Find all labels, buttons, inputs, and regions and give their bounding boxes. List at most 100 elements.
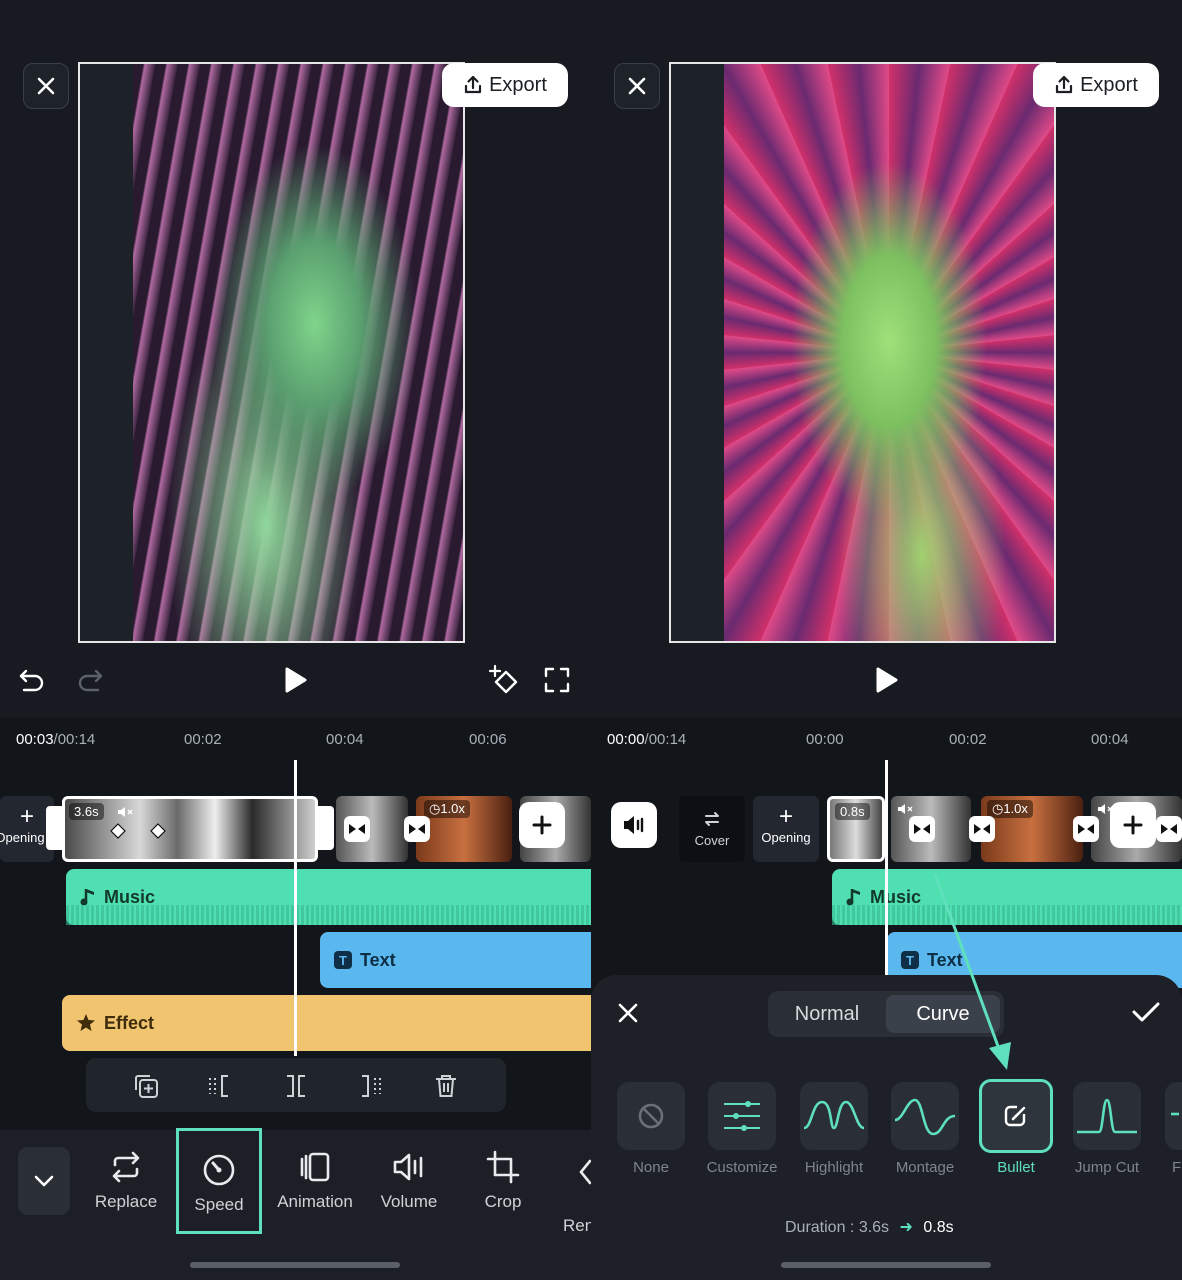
playhead[interactable] (885, 760, 888, 980)
transition-button[interactable] (344, 816, 370, 842)
transition-button[interactable] (404, 816, 430, 842)
sheet-cancel-button[interactable] (617, 1002, 639, 1029)
export-button[interactable]: Export (1033, 63, 1159, 107)
transition-icon (974, 824, 990, 834)
volume-button[interactable]: Volume (364, 1150, 454, 1212)
ruler-tick: 00:00 (806, 731, 844, 748)
clip-trim-handle-right[interactable] (318, 806, 334, 850)
export-label: Export (1080, 73, 1138, 96)
crop-icon (486, 1150, 520, 1184)
text-track[interactable]: T Text (320, 932, 591, 988)
preset-label: F (1172, 1159, 1182, 1176)
animation-button[interactable]: Animation (270, 1150, 360, 1212)
clip[interactable]: ◷1.0x (416, 796, 512, 862)
animation-icon (300, 1152, 330, 1182)
text-icon: T (901, 951, 919, 969)
preset-bullet[interactable] (979, 1079, 1053, 1153)
trim-end-icon[interactable] (356, 1072, 384, 1100)
opening-button[interactable]: + Opening (753, 796, 819, 862)
duplicate-icon[interactable] (132, 1072, 160, 1100)
undo-button[interactable] (18, 666, 46, 699)
transition-button[interactable] (1073, 816, 1099, 842)
preset-label: Highlight (804, 1159, 864, 1176)
speed-badge: ◷1.0x (424, 800, 470, 818)
video-preview[interactable] (669, 62, 1056, 643)
add-clip-button[interactable] (1110, 802, 1156, 848)
playhead[interactable] (294, 760, 297, 1056)
ruler-tick: 00:04 (326, 731, 364, 748)
replace-button[interactable]: Replace (81, 1150, 171, 1212)
transition-icon (349, 824, 365, 834)
current-time: 00:00 (607, 731, 645, 748)
speed-value: 1.0x (1003, 801, 1028, 816)
total-time: /00:14 (644, 731, 687, 748)
ruler-tick: 00:02 (184, 731, 222, 748)
current-time: 00:03 (16, 731, 54, 748)
swap-icon (705, 812, 719, 826)
close-button[interactable] (23, 63, 69, 109)
preset-label: Jump Cut (1074, 1159, 1140, 1176)
transition-button[interactable] (969, 816, 995, 842)
play-button[interactable] (875, 666, 899, 699)
fullscreen-button[interactable] (544, 667, 570, 698)
play-button[interactable] (284, 666, 308, 699)
export-button[interactable]: Export (442, 63, 568, 107)
clip[interactable]: ◷1.0x (981, 796, 1083, 862)
preset-partial[interactable] (1165, 1082, 1182, 1150)
delete-icon[interactable] (432, 1072, 460, 1100)
crop-button[interactable]: Crop (458, 1150, 548, 1212)
selected-clip[interactable]: 3.6s (62, 796, 318, 862)
clip-tool-row (86, 1058, 506, 1112)
edit-curve-icon (1004, 1104, 1027, 1127)
cover-label: Cover (694, 833, 730, 848)
editor-panel-right: Export 00:00/00:14 00:00 00:02 00:04 Cov… (591, 0, 1182, 1280)
effect-track[interactable]: Effect (62, 995, 591, 1051)
add-clip-button[interactable] (519, 802, 565, 848)
selected-clip[interactable]: 0.8s (827, 796, 885, 862)
mute-all-button[interactable] (611, 802, 657, 848)
curve-icon (1170, 1112, 1179, 1116)
tab-normal[interactable]: Normal (772, 995, 882, 1033)
music-track[interactable]: Music (66, 869, 591, 925)
transition-button[interactable] (1156, 816, 1182, 842)
video-preview[interactable] (78, 62, 465, 643)
cover-button[interactable]: Cover (679, 796, 745, 862)
mute-icon (118, 807, 133, 817)
speed-value: 1.0x (440, 801, 465, 816)
plus-icon (532, 815, 552, 835)
mute-icon (898, 804, 913, 814)
clip-trim-handle-left[interactable] (46, 806, 62, 850)
transition-icon (409, 824, 425, 834)
curve-highlight-icon (803, 1100, 865, 1130)
close-button[interactable] (614, 63, 660, 109)
keyframe-button[interactable] (488, 664, 520, 701)
transition-button[interactable] (909, 816, 935, 842)
trim-start-icon[interactable] (206, 1072, 234, 1100)
preset-montage[interactable] (891, 1082, 959, 1150)
scroll-left-icon[interactable] (578, 1158, 591, 1191)
sheet-confirm-button[interactable] (1131, 1000, 1161, 1029)
collapse-button[interactable] (18, 1147, 70, 1215)
total-time: /00:14 (53, 731, 96, 748)
speed-button[interactable]: Speed (176, 1128, 262, 1234)
chevron-down-icon (34, 1175, 54, 1187)
volume-icon (393, 1153, 423, 1181)
upload-icon (1055, 75, 1073, 94)
duration-readout: Duration : 3.6s ➜ 0.8s (785, 1217, 954, 1237)
tutorial-arrow-icon (933, 873, 1011, 1070)
animation-label: Animation (277, 1192, 353, 1211)
play-icon (285, 667, 307, 693)
volume-label: Volume (380, 1192, 438, 1211)
split-icon[interactable] (282, 1072, 310, 1100)
transition-icon (1161, 824, 1177, 834)
preset-jump-cut[interactable] (1073, 1082, 1141, 1150)
close-icon (618, 1003, 638, 1023)
crop-label: Crop (484, 1192, 522, 1211)
rename-label-partial[interactable]: Ren (563, 1216, 591, 1236)
redo-button[interactable] (76, 666, 104, 699)
home-indicator (190, 1262, 400, 1268)
preset-none[interactable] (617, 1082, 685, 1150)
preset-highlight[interactable] (800, 1082, 868, 1150)
preset-customize[interactable] (708, 1082, 776, 1150)
curve-jump-cut-icon (1077, 1098, 1137, 1134)
